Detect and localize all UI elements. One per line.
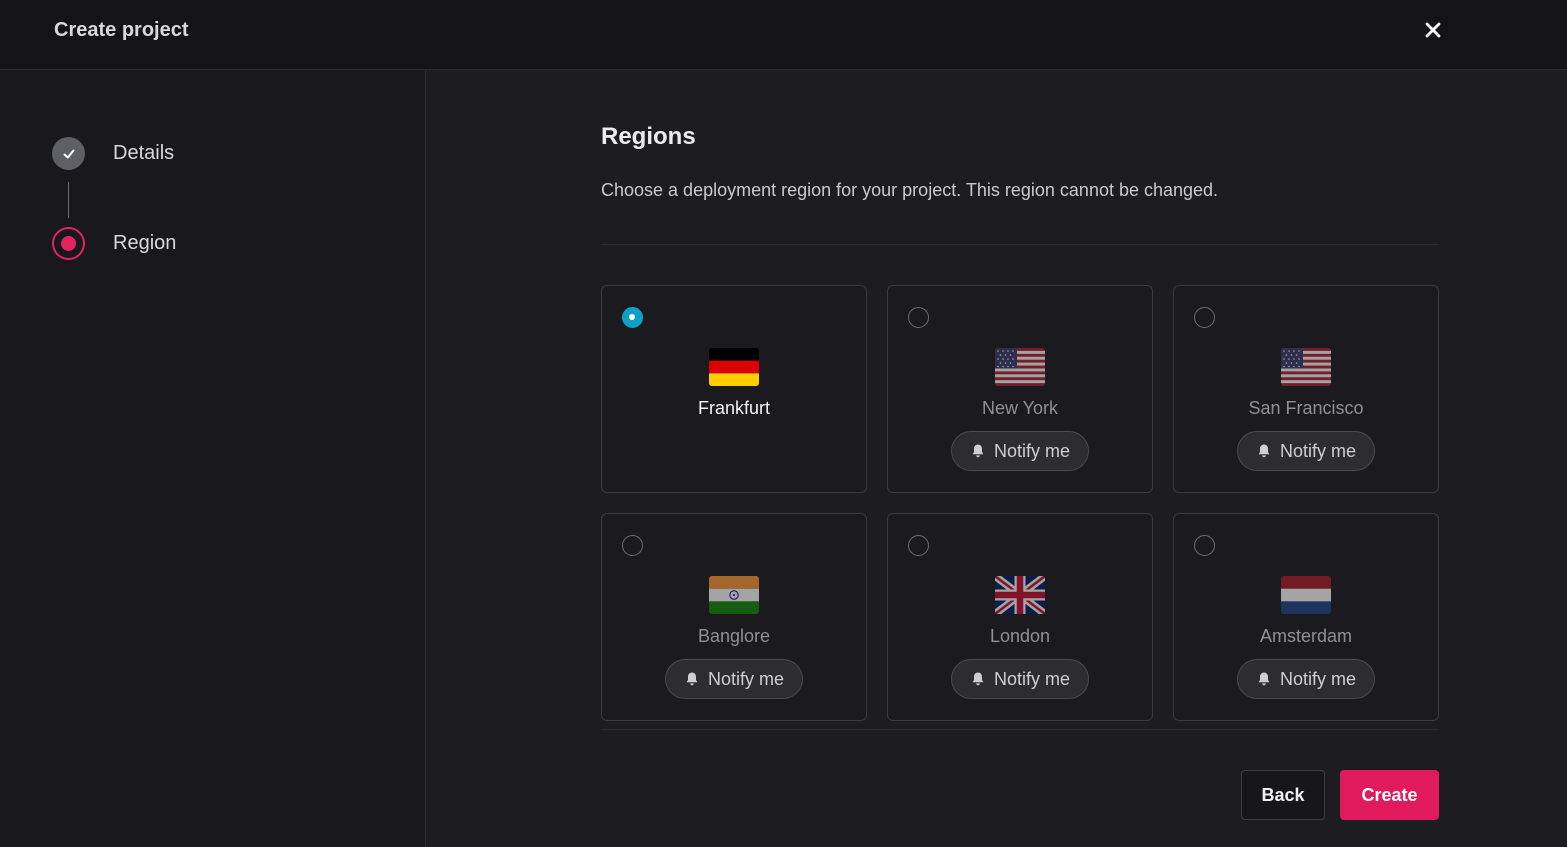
section-title: Regions	[601, 123, 696, 150]
dialog-title: Create project	[54, 19, 189, 41]
region-name: New York	[981, 398, 1059, 418]
notify-me-button[interactable]: Notify me	[951, 431, 1089, 471]
notify-me-button[interactable]: Notify me	[1237, 431, 1375, 471]
step-completed-indicator	[52, 137, 85, 170]
step-current-indicator	[52, 227, 85, 260]
notify-me-button[interactable]: Notify me	[1237, 659, 1375, 699]
region-radio[interactable]	[908, 307, 929, 328]
usa-flag-icon	[995, 348, 1045, 386]
check-icon	[63, 149, 74, 158]
dialog-header: Create project	[0, 0, 1567, 70]
netherlands-flag-icon	[1281, 576, 1331, 614]
create-button[interactable]: Create	[1340, 770, 1439, 820]
section-description: Choose a deployment region for your proj…	[601, 180, 1219, 200]
notify-label: Notify me	[993, 668, 1071, 689]
region-card-frankfurt[interactable]: Frankfurt	[601, 285, 867, 493]
region-name: Frankfurt	[697, 398, 771, 418]
notify-label: Notify me	[1279, 440, 1357, 461]
india-flag-icon	[709, 576, 759, 614]
close-icon	[1425, 22, 1441, 38]
stepper-sidebar: Details Region	[0, 70, 426, 847]
step-region[interactable]: Region	[52, 227, 176, 260]
region-card-banglore[interactable]: Banglore Notify me	[601, 513, 867, 721]
notify-me-button[interactable]: Notify me	[951, 659, 1089, 699]
usa-flag-icon	[1281, 348, 1331, 386]
divider	[601, 244, 1439, 245]
main-content: Regions Choose a deployment region for y…	[427, 70, 1567, 847]
region-name: London	[989, 626, 1051, 646]
bell-icon	[684, 671, 700, 687]
back-button[interactable]: Back	[1241, 770, 1325, 820]
notify-label: Notify me	[1279, 668, 1357, 689]
region-radio[interactable]	[1194, 307, 1215, 328]
region-name: Banglore	[697, 626, 771, 646]
bell-icon	[1256, 443, 1272, 459]
divider	[601, 729, 1439, 730]
region-name: San Francisco	[1248, 398, 1364, 418]
bell-icon	[970, 443, 986, 459]
step-connector	[68, 182, 69, 218]
region-grid: Frankfurt New York Notify me San Francis…	[601, 285, 1439, 721]
notify-me-button[interactable]: Notify me	[665, 659, 803, 699]
bell-icon	[970, 671, 986, 687]
region-card-london[interactable]: London Notify me	[887, 513, 1153, 721]
region-radio[interactable]	[622, 535, 643, 556]
region-name: Amsterdam	[1259, 626, 1353, 646]
germany-flag-icon	[709, 348, 759, 386]
bell-icon	[1256, 671, 1272, 687]
notify-label: Notify me	[993, 440, 1071, 461]
region-card-new-york[interactable]: New York Notify me	[887, 285, 1153, 493]
region-card-san-francisco[interactable]: San Francisco Notify me	[1173, 285, 1439, 493]
step-label-region: Region	[113, 232, 177, 254]
region-radio-selected[interactable]	[622, 307, 643, 328]
close-button[interactable]	[1420, 17, 1446, 43]
uk-flag-icon	[995, 576, 1045, 614]
region-card-amsterdam[interactable]: Amsterdam Notify me	[1173, 513, 1439, 721]
region-radio[interactable]	[1194, 535, 1215, 556]
region-radio[interactable]	[908, 535, 929, 556]
step-details[interactable]: Details	[52, 137, 174, 170]
step-label-details: Details	[113, 142, 175, 164]
notify-label: Notify me	[707, 668, 785, 689]
